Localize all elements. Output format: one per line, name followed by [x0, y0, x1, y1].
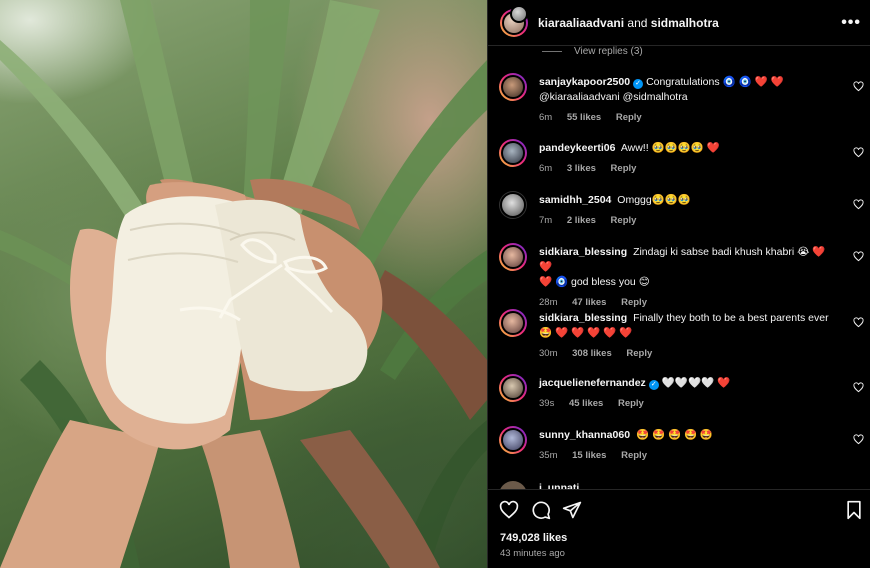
comment-likes[interactable]: 3 likes [567, 163, 596, 174]
comment-text-line2: 🤩 ❤️ ❤️ ❤️ ❤️ ❤️ [539, 327, 633, 339]
view-replies-button[interactable]: View replies (3) [542, 46, 643, 57]
commenter-avatar[interactable] [499, 139, 527, 167]
comment-text: Omggg🥹🥹🥹 [617, 194, 691, 206]
commenter-avatar[interactable] [499, 481, 527, 489]
commenter-avatar[interactable] [499, 243, 527, 271]
comment-bubble-icon[interactable] [531, 500, 551, 520]
comment-time: 30m [539, 348, 558, 359]
like-comment-heart-icon[interactable] [853, 147, 864, 158]
comment-likes[interactable]: 45 likes [569, 398, 603, 409]
comment-likes[interactable]: 2 likes [567, 215, 596, 226]
authors-and: and [627, 15, 648, 30]
comment-text: Congratulations 🧿 🧿 ❤️ ❤️ [646, 76, 784, 88]
commenter-avatar[interactable] [499, 374, 527, 402]
comment-time: 28m [539, 297, 558, 308]
like-comment-heart-icon[interactable] [853, 382, 864, 393]
comment-likes[interactable]: 308 likes [572, 348, 612, 359]
comment-text: Finally they both to be a best parents e… [633, 312, 829, 324]
comment-likes[interactable]: 15 likes [572, 450, 606, 461]
replies-divider [542, 51, 562, 52]
save-bookmark-icon[interactable] [845, 500, 863, 520]
comment-text: Aww!! 🥹🥹🥹🥹 ❤️ [620, 142, 720, 154]
comment-text: 🤩 🤩 🤩 🤩 🤩 [635, 429, 714, 441]
verified-badge-icon: ✓ [633, 79, 644, 89]
comment-username[interactable]: pandeykeerti06 [539, 142, 615, 154]
comment-time: 6m [539, 112, 553, 123]
comments-panel: kiaraaliaadvani and sidmalhotra ••• View… [487, 0, 870, 568]
comment-username[interactable]: jacquelienefernandez [539, 377, 646, 389]
baby-booties-photo [0, 0, 487, 568]
comment-text-line2: @kiaraaliaadvani @sidmalhotra [539, 91, 688, 103]
post-header: kiaraaliaadvani and sidmalhotra ••• [488, 0, 870, 46]
comment-username[interactable]: i_unnati [539, 482, 579, 489]
comment-item-partial: i_unnati [488, 481, 870, 489]
comment-likes[interactable]: 47 likes [572, 297, 606, 308]
comment-username[interactable]: sidkiara_blessing [539, 312, 627, 324]
like-comment-heart-icon[interactable] [853, 81, 864, 92]
comment-username[interactable]: sunny_khanna060 [539, 429, 630, 441]
reply-button[interactable]: Reply [618, 398, 644, 409]
commenter-avatar[interactable] [499, 191, 527, 219]
like-comment-heart-icon[interactable] [853, 199, 864, 210]
post-action-bar [488, 489, 870, 529]
comment-time: 35m [539, 450, 558, 461]
comment-time: 39s [539, 398, 555, 409]
verified-badge-icon: ✓ [648, 380, 659, 390]
comment-text-line2: ❤️ 🧿 god bless you 😊 [539, 276, 650, 288]
reply-button[interactable]: Reply [621, 450, 647, 461]
reply-button[interactable]: Reply [611, 163, 637, 174]
comment-username[interactable]: samidhh_2504 [539, 194, 611, 206]
more-options-icon[interactable]: ••• [841, 14, 861, 32]
like-heart-icon[interactable] [499, 500, 519, 520]
reply-button[interactable]: Reply [616, 112, 642, 123]
comment-text: 🤍🤍🤍🤍 ❤️ [661, 377, 731, 389]
comment-likes[interactable]: 55 likes [567, 112, 601, 123]
post-image[interactable] [0, 0, 487, 568]
author-avatar[interactable] [500, 4, 528, 37]
reply-button[interactable]: Reply [621, 297, 647, 308]
comment-username[interactable]: sidkiara_blessing [539, 246, 627, 258]
post-likes-count[interactable]: 749,028 likes [500, 532, 567, 544]
comment-username[interactable]: sanjaykapoor2500 [539, 76, 630, 88]
reply-button[interactable]: Reply [626, 348, 652, 359]
author-username-1[interactable]: kiaraaliaadvani [538, 16, 624, 30]
comment-time: 7m [539, 215, 553, 226]
commenter-avatar[interactable] [499, 426, 527, 454]
comment-time: 6m [539, 163, 553, 174]
commenter-avatar[interactable] [499, 309, 527, 337]
like-comment-heart-icon[interactable] [853, 317, 864, 328]
like-comment-heart-icon[interactable] [853, 434, 864, 445]
reply-button[interactable]: Reply [611, 215, 637, 226]
post-timestamp: 43 minutes ago [500, 548, 565, 559]
view-replies-label: View replies (3) [574, 46, 643, 57]
like-comment-heart-icon[interactable] [853, 251, 864, 262]
author-username-2[interactable]: sidmalhotra [651, 16, 719, 30]
post-authors: kiaraaliaadvani and sidmalhotra [538, 16, 719, 30]
commenter-avatar[interactable] [499, 73, 527, 101]
share-send-icon[interactable] [562, 500, 582, 520]
